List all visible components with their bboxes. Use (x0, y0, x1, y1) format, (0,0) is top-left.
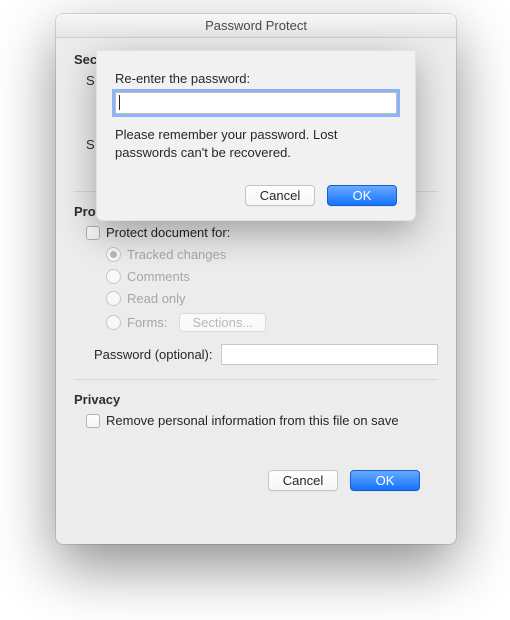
optional-password-input[interactable] (221, 344, 439, 365)
sections-button: Sections... (179, 313, 266, 332)
security-stub-1: S (86, 73, 95, 88)
reenter-prompt: Re-enter the password: (115, 71, 397, 86)
remove-pii-label: Remove personal information from this fi… (106, 413, 399, 428)
reenter-password-field-wrap (115, 92, 397, 114)
window-title: Password Protect (205, 18, 307, 33)
sheet-buttons: Cancel OK (115, 185, 397, 206)
label-read-only: Read only (127, 291, 186, 306)
label-comments: Comments (127, 269, 190, 284)
remove-pii-row[interactable]: Remove personal information from this fi… (86, 413, 438, 428)
cancel-button[interactable]: Cancel (268, 470, 338, 491)
protect-options: Tracked changes Comments Read only Forms… (106, 247, 438, 332)
option-tracked-changes: Tracked changes (106, 247, 438, 262)
optional-password-label: Password (optional): (94, 347, 213, 362)
option-read-only: Read only (106, 291, 438, 306)
remove-pii-checkbox[interactable] (86, 414, 100, 428)
label-forms: Forms: (127, 315, 167, 330)
option-comments: Comments (106, 269, 438, 284)
reenter-password-sheet: Re-enter the password: Please remember y… (96, 50, 416, 221)
divider-2 (74, 379, 438, 380)
radio-comments (106, 269, 121, 284)
radio-forms (106, 315, 121, 330)
sheet-ok-button[interactable]: OK (327, 185, 397, 206)
sheet-cancel-button[interactable]: Cancel (245, 185, 315, 206)
optional-password-row: Password (optional): (94, 344, 438, 365)
footer-buttons: Cancel OK (74, 470, 438, 491)
protect-document-label: Protect document for: (106, 225, 230, 240)
reenter-password-input[interactable] (115, 92, 397, 114)
protect-document-checkbox[interactable] (86, 226, 100, 240)
privacy-header: Privacy (74, 392, 438, 407)
reenter-hint: Please remember your password. Lost pass… (115, 126, 397, 161)
radio-tracked-changes (106, 247, 121, 262)
text-caret (119, 95, 120, 110)
label-tracked-changes: Tracked changes (127, 247, 226, 262)
option-forms: Forms: Sections... (106, 313, 438, 332)
titlebar: Password Protect (56, 14, 456, 38)
radio-read-only (106, 291, 121, 306)
ok-button[interactable]: OK (350, 470, 420, 491)
security-stub-2: S (86, 137, 95, 152)
protect-document-row[interactable]: Protect document for: (86, 225, 438, 240)
